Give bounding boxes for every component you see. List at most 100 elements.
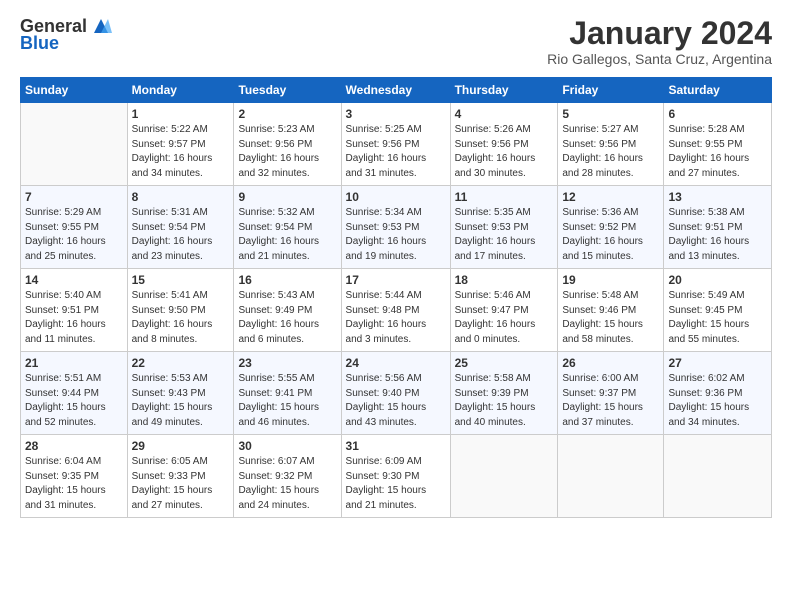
calendar-cell: 4 Sunrise: 5:26 AM Sunset: 9:56 PM Daylig… [450, 103, 558, 186]
day-header-friday: Friday [558, 78, 664, 103]
day-header-monday: Monday [127, 78, 234, 103]
calendar-cell: 6Sunrise: 5:28 AM Sunset: 9:55 PM Daylig… [664, 103, 772, 186]
day-number: 15 [132, 273, 230, 287]
day-info: Sunrise: 5:46 AM Sunset: 9:47 PM Dayligh… [455, 289, 554, 347]
day-info: Sunrise: 5:26 AM Sunset: 9:56 PM Dayligh… [455, 123, 554, 181]
day-number: 23 [238, 356, 336, 370]
day-number: 11 [455, 190, 554, 204]
day-info: Sunrise: 6:02 AM Sunset: 9:36 PM Dayligh… [668, 372, 767, 430]
calendar-cell: 21 Sunrise: 5:51 AM Sunset: 9:44 PM Dayli… [21, 352, 128, 435]
day-info: Sunrise: 5:48 AM Sunset: 9:46 PM Dayligh… [562, 289, 659, 347]
day-number: 13 [668, 190, 767, 204]
calendar-cell [21, 103, 128, 186]
day-info: Sunrise: 5:43 AM Sunset: 9:49 PM Dayligh… [238, 289, 336, 347]
calendar-cell: 16 Sunrise: 5:43 AM Sunset: 9:49 PM Dayli… [234, 269, 341, 352]
calendar-cell: 10 Sunrise: 5:34 AM Sunset: 9:53 PM Dayli… [341, 186, 450, 269]
day-info: Sunrise: 5:56 AM Sunset: 9:40 PM Dayligh… [346, 372, 446, 430]
day-info: Sunrise: 5:38 AM Sunset: 9:51 PM Dayligh… [668, 206, 767, 264]
week-row-3: 14 Sunrise: 5:40 AM Sunset: 9:51 PM Dayli… [21, 269, 772, 352]
day-info: Sunrise: 6:09 AM Sunset: 9:30 PM Dayligh… [346, 455, 446, 513]
day-info: Sunrise: 5:35 AM Sunset: 9:53 PM Dayligh… [455, 206, 554, 264]
day-info: Sunrise: 5:49 AM Sunset: 9:45 PM Dayligh… [668, 289, 767, 347]
calendar-cell: 1 Sunrise: 5:22 AM Sunset: 9:57 PM Daylig… [127, 103, 234, 186]
day-number: 18 [455, 273, 554, 287]
header: General Blue January 2024 Rio Gallegos, … [20, 16, 772, 67]
day-number: 3 [346, 107, 446, 121]
calendar-cell: 11 Sunrise: 5:35 AM Sunset: 9:53 PM Dayli… [450, 186, 558, 269]
main-title: January 2024 [547, 16, 772, 51]
sub-title: Rio Gallegos, Santa Cruz, Argentina [547, 51, 772, 67]
day-number: 25 [455, 356, 554, 370]
day-number: 5 [562, 107, 659, 121]
day-info: Sunrise: 5:27 AM Sunset: 9:56 PM Dayligh… [562, 123, 659, 181]
day-info: Sunrise: 5:51 AM Sunset: 9:44 PM Dayligh… [25, 372, 123, 430]
calendar-cell: 3 Sunrise: 5:25 AM Sunset: 9:56 PM Daylig… [341, 103, 450, 186]
calendar-cell: 25 Sunrise: 5:58 AM Sunset: 9:39 PM Dayli… [450, 352, 558, 435]
calendar-cell: 26 Sunrise: 6:00 AM Sunset: 9:37 PM Dayli… [558, 352, 664, 435]
day-number: 31 [346, 439, 446, 453]
day-number: 14 [25, 273, 123, 287]
logo-icon [90, 15, 112, 37]
day-info: Sunrise: 5:34 AM Sunset: 9:53 PM Dayligh… [346, 206, 446, 264]
calendar-cell: 14 Sunrise: 5:40 AM Sunset: 9:51 PM Dayli… [21, 269, 128, 352]
day-header-wednesday: Wednesday [341, 78, 450, 103]
day-number: 16 [238, 273, 336, 287]
calendar-cell: 5 Sunrise: 5:27 AM Sunset: 9:56 PM Daylig… [558, 103, 664, 186]
day-number: 2 [238, 107, 336, 121]
calendar-cell: 31 Sunrise: 6:09 AM Sunset: 9:30 PM Dayli… [341, 435, 450, 518]
day-number: 17 [346, 273, 446, 287]
day-number: 10 [346, 190, 446, 204]
week-row-5: 28Sunrise: 6:04 AM Sunset: 9:35 PM Dayli… [21, 435, 772, 518]
calendar-cell [664, 435, 772, 518]
week-row-1: 1 Sunrise: 5:22 AM Sunset: 9:57 PM Daylig… [21, 103, 772, 186]
logo: General Blue [20, 16, 112, 54]
day-header-saturday: Saturday [664, 78, 772, 103]
calendar-cell: 22Sunrise: 5:53 AM Sunset: 9:43 PM Dayli… [127, 352, 234, 435]
day-info: Sunrise: 5:41 AM Sunset: 9:50 PM Dayligh… [132, 289, 230, 347]
day-number: 19 [562, 273, 659, 287]
calendar-body: 1 Sunrise: 5:22 AM Sunset: 9:57 PM Daylig… [21, 103, 772, 518]
day-info: Sunrise: 5:23 AM Sunset: 9:56 PM Dayligh… [238, 123, 336, 181]
calendar-cell: 19 Sunrise: 5:48 AM Sunset: 9:46 PM Dayli… [558, 269, 664, 352]
day-number: 27 [668, 356, 767, 370]
day-info: Sunrise: 6:05 AM Sunset: 9:33 PM Dayligh… [132, 455, 230, 513]
calendar-cell: 2 Sunrise: 5:23 AM Sunset: 9:56 PM Daylig… [234, 103, 341, 186]
calendar-cell: 27 Sunrise: 6:02 AM Sunset: 9:36 PM Dayli… [664, 352, 772, 435]
day-number: 1 [132, 107, 230, 121]
calendar-cell: 18 Sunrise: 5:46 AM Sunset: 9:47 PM Dayli… [450, 269, 558, 352]
day-info: Sunrise: 5:58 AM Sunset: 9:39 PM Dayligh… [455, 372, 554, 430]
day-info: Sunrise: 5:22 AM Sunset: 9:57 PM Dayligh… [132, 123, 230, 181]
day-number: 7 [25, 190, 123, 204]
day-header-thursday: Thursday [450, 78, 558, 103]
header-row: SundayMondayTuesdayWednesdayThursdayFrid… [21, 78, 772, 103]
day-number: 21 [25, 356, 123, 370]
day-info: Sunrise: 5:28 AM Sunset: 9:55 PM Dayligh… [668, 123, 767, 181]
page: General Blue January 2024 Rio Gallegos, … [0, 0, 792, 612]
day-info: Sunrise: 5:32 AM Sunset: 9:54 PM Dayligh… [238, 206, 336, 264]
calendar-cell: 28Sunrise: 6:04 AM Sunset: 9:35 PM Dayli… [21, 435, 128, 518]
calendar-cell: 20Sunrise: 5:49 AM Sunset: 9:45 PM Dayli… [664, 269, 772, 352]
day-info: Sunrise: 5:29 AM Sunset: 9:55 PM Dayligh… [25, 206, 123, 264]
day-number: 28 [25, 439, 123, 453]
day-number: 26 [562, 356, 659, 370]
day-info: Sunrise: 5:44 AM Sunset: 9:48 PM Dayligh… [346, 289, 446, 347]
calendar-cell [450, 435, 558, 518]
day-info: Sunrise: 5:40 AM Sunset: 9:51 PM Dayligh… [25, 289, 123, 347]
day-number: 8 [132, 190, 230, 204]
week-row-2: 7 Sunrise: 5:29 AM Sunset: 9:55 PM Daylig… [21, 186, 772, 269]
day-info: Sunrise: 6:07 AM Sunset: 9:32 PM Dayligh… [238, 455, 336, 513]
title-block: January 2024 Rio Gallegos, Santa Cruz, A… [547, 16, 772, 67]
calendar-cell: 29Sunrise: 6:05 AM Sunset: 9:33 PM Dayli… [127, 435, 234, 518]
calendar-cell: 9Sunrise: 5:32 AM Sunset: 9:54 PM Daylig… [234, 186, 341, 269]
day-info: Sunrise: 5:53 AM Sunset: 9:43 PM Dayligh… [132, 372, 230, 430]
day-number: 4 [455, 107, 554, 121]
calendar-cell: 30Sunrise: 6:07 AM Sunset: 9:32 PM Dayli… [234, 435, 341, 518]
calendar-cell: 17 Sunrise: 5:44 AM Sunset: 9:48 PM Dayli… [341, 269, 450, 352]
calendar-table: SundayMondayTuesdayWednesdayThursdayFrid… [20, 77, 772, 518]
calendar-cell: 24Sunrise: 5:56 AM Sunset: 9:40 PM Dayli… [341, 352, 450, 435]
day-header-sunday: Sunday [21, 78, 128, 103]
day-info: Sunrise: 5:25 AM Sunset: 9:56 PM Dayligh… [346, 123, 446, 181]
calendar-cell [558, 435, 664, 518]
day-info: Sunrise: 6:00 AM Sunset: 9:37 PM Dayligh… [562, 372, 659, 430]
calendar-header: SundayMondayTuesdayWednesdayThursdayFrid… [21, 78, 772, 103]
